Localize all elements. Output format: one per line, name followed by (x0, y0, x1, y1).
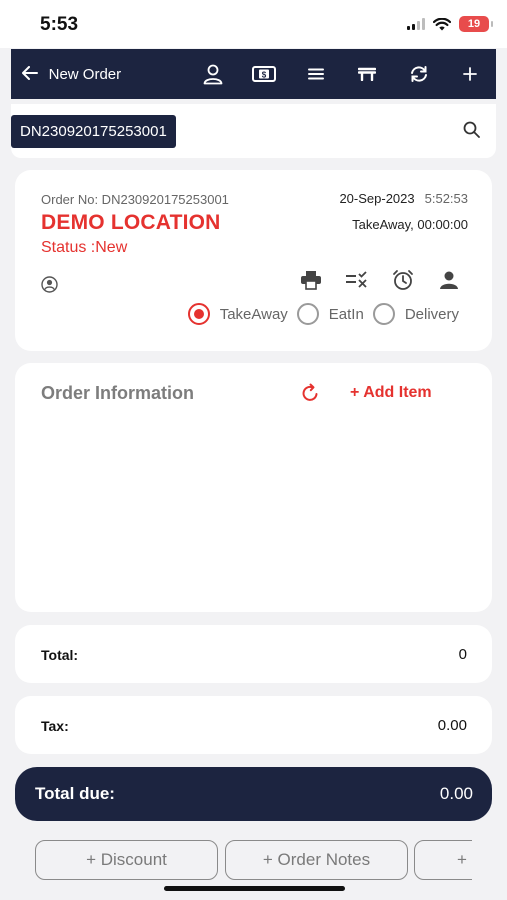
more-actions-button[interactable]: + (414, 840, 472, 880)
back-arrow-icon (21, 65, 38, 80)
add-item-button[interactable]: + Add Item (350, 384, 432, 402)
order-time: 5:52:53 (424, 191, 468, 206)
order-information-card: Order Information + Add Item (15, 363, 492, 612)
total-label: Total: (41, 647, 79, 663)
person-icon (440, 271, 458, 289)
radio-unchecked-icon (372, 303, 395, 325)
table-icon (358, 67, 377, 81)
order-date: 20-Sep-2023 (339, 191, 415, 206)
radio-takeaway[interactable]: TakeAway (187, 303, 288, 325)
radio-unchecked-icon (296, 303, 319, 325)
svg-text:$: $ (262, 71, 267, 80)
order-actions (298, 268, 462, 292)
order-id-chip[interactable]: DN230920175253001 (11, 115, 176, 148)
radio-label: EatIn (328, 305, 364, 323)
back-button[interactable] (11, 64, 49, 85)
menu-button[interactable] (290, 49, 341, 99)
print-button[interactable] (298, 268, 324, 292)
bottom-action-row: + Discount + Order Notes + (35, 840, 472, 882)
refresh-icon (302, 383, 318, 401)
radio-eatin[interactable]: EatIn (296, 303, 364, 325)
search-button[interactable] (463, 121, 480, 143)
cash-icon: $ (252, 66, 277, 82)
total-row: Total: 0 (15, 625, 492, 683)
battery-icon: 19 (459, 16, 493, 32)
search-icon (463, 121, 480, 138)
plus-icon (463, 67, 478, 81)
order-summary-card: Order No: DN230920175253001 20-Sep-2023 5… (15, 170, 492, 351)
total-due-value: 0.00 (439, 784, 473, 803)
location-name: DEMO LOCATION (41, 211, 221, 234)
status-bar: 5:53 19 (0, 0, 507, 48)
order-notes-button[interactable]: + Order Notes (225, 840, 408, 880)
order-information-title: Order Information (41, 383, 195, 403)
radio-label: Delivery (404, 305, 459, 323)
alarm-button[interactable] (390, 268, 416, 292)
customer-avatar-button[interactable] (41, 276, 58, 298)
radio-checked-icon (187, 303, 210, 325)
add-button[interactable] (445, 49, 496, 99)
order-status: Status :New (41, 239, 128, 256)
status-icons: 19 (407, 16, 493, 32)
refresh-button[interactable] (300, 383, 320, 408)
tax-label: Tax: (41, 718, 69, 734)
order-type-radio-group: TakeAway EatIn Delivery (187, 303, 459, 325)
order-search-bar: DN230920175253001 (11, 104, 496, 158)
total-due-bar: Total due: 0.00 (15, 767, 492, 821)
total-value: 0 (458, 646, 467, 663)
sync-button[interactable] (393, 49, 444, 99)
order-mode-time: TakeAway, 00:00:00 (352, 217, 468, 232)
home-indicator[interactable] (164, 886, 345, 891)
user-circle-icon (41, 276, 58, 293)
person-button[interactable] (436, 268, 462, 292)
status-time: 5:53 (40, 14, 79, 35)
page-title: New Order (48, 65, 122, 83)
checklist-icon (346, 271, 367, 288)
tax-value: 0.00 (437, 717, 467, 734)
radio-delivery[interactable]: Delivery (372, 303, 459, 325)
signal-icon (407, 18, 425, 30)
radio-label: TakeAway (219, 305, 288, 323)
order-datetime: 20-Sep-2023 5:52:53 (339, 191, 468, 206)
discount-button[interactable]: + Discount (35, 840, 218, 880)
top-toolbar: New Order $ (11, 49, 496, 99)
order-number: Order No: DN230920175253001 (41, 192, 229, 207)
printer-icon (301, 271, 321, 290)
alarm-clock-icon (393, 270, 413, 290)
total-due-label: Total due: (35, 784, 115, 803)
checklist-button[interactable] (344, 268, 370, 292)
table-button[interactable] (342, 49, 393, 99)
cash-button[interactable]: $ (239, 49, 290, 99)
menu-icon (307, 68, 324, 80)
customer-button[interactable] (187, 49, 238, 99)
tax-row: Tax: 0.00 (15, 696, 492, 754)
wifi-icon (433, 17, 451, 30)
sync-icon (410, 66, 427, 82)
customer-icon (203, 64, 223, 85)
